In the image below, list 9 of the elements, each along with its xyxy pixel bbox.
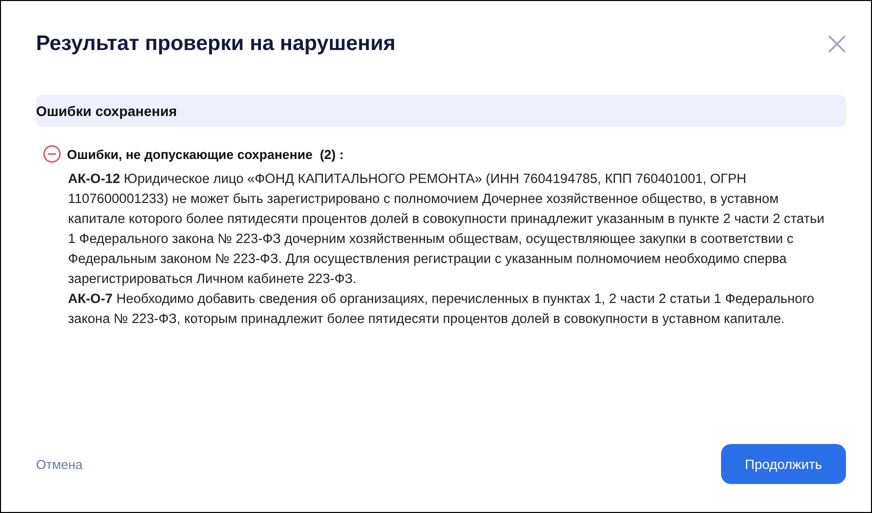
error-message: АК-О-12 Юридическое лицо «ФОНД КАПИТАЛЬНОГО РЕМОНТА» (ИНН 7604194785, КПП 760401001, ОГРН 1107600001233) не может быть зарегистрировано с полномочием Дочернее хозяйственное общество, в уставном капитале которого более пятидесяти процентов долей в совокупности принадлежит указанным в пункте 2 части 2 статьи 1 Федерального закона № 223-ФЗ дочерним хозяйственным обществам, осуществляющее закупки в соответствии с Федеральным законом № 223-ФЗ. Для осуществления регистрации с указанным полномочием необходимо сперва зарегистрироваться Личном кабинете 223-ФЗ. <box>68 170 826 288</box>
group-label: Ошибки, не допускающие сохранение (2) : <box>67 146 344 162</box>
close-icon[interactable] <box>828 35 846 53</box>
error-message: АК-О-7 Необходимо добавить сведения об организациях, перечисленных в пунктах 1, 2 части 2 статьи 1 Федерального закона № 223-ФЗ, которым принадлежит более пятидесяти процентов долей в совокупности в уставном капитале. <box>68 290 816 328</box>
cancel-link[interactable]: Отмена <box>36 456 83 472</box>
dialog-title: Результат проверки на нарушения <box>36 32 396 56</box>
continue-button[interactable]: Продолжить <box>721 444 846 484</box>
collapse-icon[interactable] <box>43 145 61 163</box>
section-header: Ошибки сохранения <box>36 95 846 127</box>
